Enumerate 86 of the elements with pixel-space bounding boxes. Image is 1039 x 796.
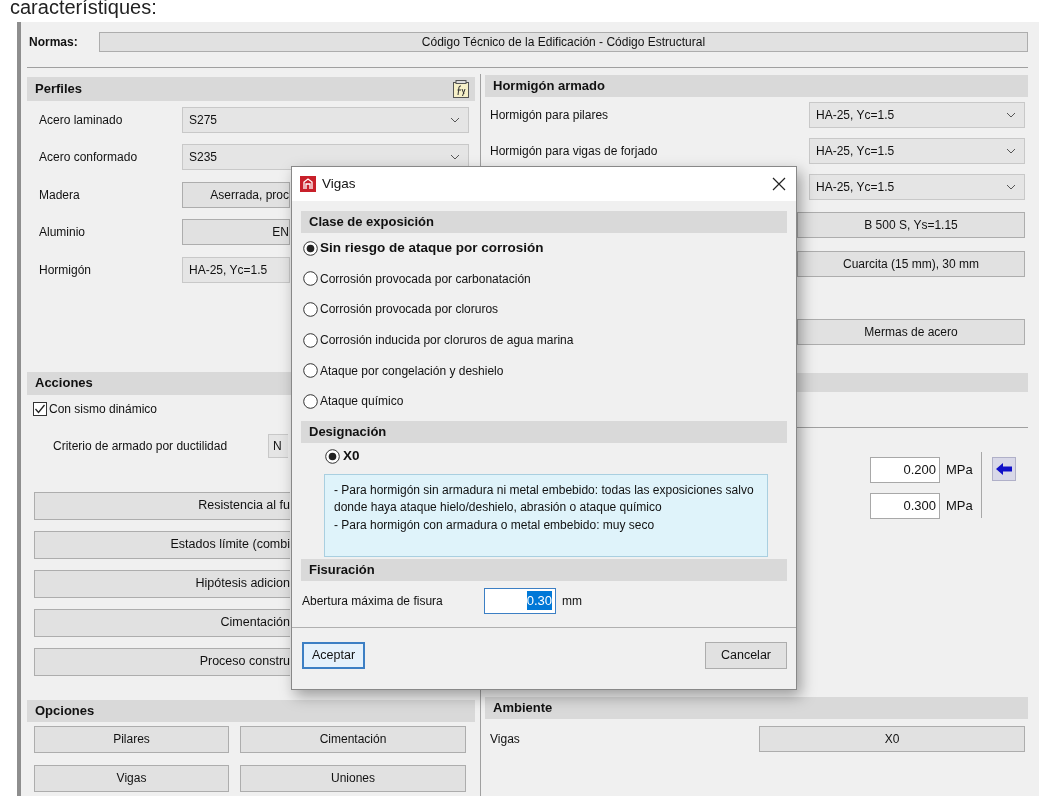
action-button[interactable]: Estados límite (combi	[34, 530, 290, 559]
material-button[interactable]: Aserrada, proc	[182, 181, 290, 208]
dropdown[interactable]: HA-25, Yc=1.5	[809, 138, 1025, 164]
dropdown-value: S275	[189, 111, 218, 129]
formula-icon[interactable]	[453, 80, 469, 98]
standards-field[interactable]: Código Técnico de la Edificación - Código Estructural	[99, 32, 1028, 52]
radio-label: Sin riesgo de ataque por corrosión	[320, 239, 544, 258]
radio-button[interactable]	[303, 302, 318, 317]
chevron-icon	[1006, 184, 1016, 190]
radio-label: Corrosión inducida por cloruros de agua marina	[320, 332, 574, 350]
option-button[interactable]: Vigas	[34, 764, 229, 792]
field-label: Abertura máxima de fisura	[302, 592, 444, 610]
radio-button[interactable]	[303, 363, 318, 379]
dropdown[interactable]: HA-25, Yc=1.5	[809, 102, 1025, 128]
checkbox-label: Con sismo dinámico	[49, 400, 158, 418]
field-label: Hormigón para vigas de forjado	[490, 143, 659, 160]
option-button[interactable]: Uniones	[240, 764, 466, 792]
option-button[interactable]: Cimentación	[240, 725, 466, 753]
number-field[interactable]: 0.300	[870, 493, 940, 519]
radio-button[interactable]	[303, 393, 318, 409]
field-value: 0.30	[526, 590, 552, 611]
unit-label: MPa	[946, 461, 973, 480]
chevron-icon	[1006, 148, 1016, 154]
material-button[interactable]: B 500 S, Ys=1.15	[797, 212, 1025, 238]
dropdown-value: S235	[189, 149, 218, 167]
section-title: Opciones	[35, 701, 95, 720]
dropdown[interactable]: HA-25, Yc=1.5	[809, 174, 1025, 200]
radio-button[interactable]	[303, 271, 318, 287]
option-button[interactable]: Pilares	[34, 725, 229, 753]
radio-label: Corrosión provocada por cloruros	[320, 301, 499, 319]
material-button[interactable]: Cuarcita (15 mm), 30 mm	[797, 251, 1025, 277]
radio-label: Ataque por congelación y deshielo	[320, 362, 504, 380]
checkbox[interactable]	[33, 401, 47, 416]
section-title: Clase de exposición	[309, 213, 434, 232]
unit-label: MPa	[946, 497, 973, 516]
radio-button[interactable]	[303, 240, 318, 256]
caption-text: característiques:	[9, 0, 158, 20]
dropdown-value: HA-25, Yc=1.5	[816, 143, 895, 160]
field-label: Hormigón para pilares	[490, 107, 610, 124]
close-icon[interactable]	[772, 177, 786, 191]
radio-label: Ataque químico	[320, 393, 404, 411]
field-label: Aluminio	[39, 224, 87, 242]
action-button[interactable]: Hipótesis adicion	[34, 569, 290, 598]
dropdown[interactable]: S275	[182, 106, 469, 133]
radio-button[interactable]	[303, 332, 318, 348]
section-title: Hormigón armado	[493, 77, 605, 96]
dropdown-value: HA-25, Yc=1.5	[816, 107, 895, 124]
action-button[interactable]: Cimentación	[34, 608, 290, 637]
field-label: Normas:	[28, 34, 79, 51]
section-title: Perfiles	[35, 80, 82, 99]
chevron-icon	[450, 154, 460, 161]
material-button[interactable]: Mermas de acero	[797, 319, 1025, 345]
value-field[interactable]: X0	[759, 726, 1025, 752]
material-button[interactable]: EN	[182, 219, 290, 246]
dialog-title: Vigas	[322, 174, 357, 193]
chevron-icon	[450, 116, 460, 123]
info-text: - Para hormigón con armadura o metal embebido: muy seco	[334, 516, 656, 534]
field-label: Hormigón	[39, 261, 93, 279]
field-label: Madera	[39, 186, 81, 204]
dialog-button[interactable]: Cancelar	[705, 642, 787, 670]
section-title: Acciones	[35, 374, 93, 393]
dialog-button[interactable]: Aceptar	[302, 642, 366, 670]
combo-field[interactable]: N	[268, 433, 288, 458]
info-text: - Para hormigón sin armadura ni metal embebido: todas las exposiciones salvo donde haya ataque hielo/deshielo, abrasión o ataque químico	[334, 481, 755, 517]
field-label: Acero laminado	[39, 111, 124, 129]
app-icon	[300, 176, 316, 192]
field-label: Acero conformado	[39, 149, 139, 167]
dropdown-value: HA-25, Yc=1.5	[816, 179, 895, 196]
field-label: Criterio de armado por ductilidad	[53, 437, 229, 455]
arrow-button[interactable]	[991, 457, 1016, 481]
radio-label: Corrosión provocada por carbonatación	[320, 270, 531, 288]
number-field[interactable]: 0.200	[870, 457, 940, 483]
action-button[interactable]: Proceso constru	[34, 647, 290, 676]
dropdown[interactable]: S235	[182, 144, 469, 171]
section-title: Fisuración	[309, 560, 375, 579]
chevron-icon	[1006, 112, 1016, 118]
section-title: Ambiente	[493, 699, 553, 718]
field-label: Vigas	[490, 731, 521, 748]
input-field[interactable]: 0.30	[484, 587, 556, 614]
radio-button[interactable]	[325, 449, 340, 465]
unit-label: mm	[562, 592, 582, 610]
left-arrow-icon	[994, 462, 1013, 476]
combo-field[interactable]: HA-25, Yc=1.5	[182, 256, 290, 283]
radio-label: X0	[343, 447, 360, 466]
section-title: Designación	[309, 422, 387, 441]
action-button[interactable]: Resistencia al fu	[34, 491, 290, 520]
